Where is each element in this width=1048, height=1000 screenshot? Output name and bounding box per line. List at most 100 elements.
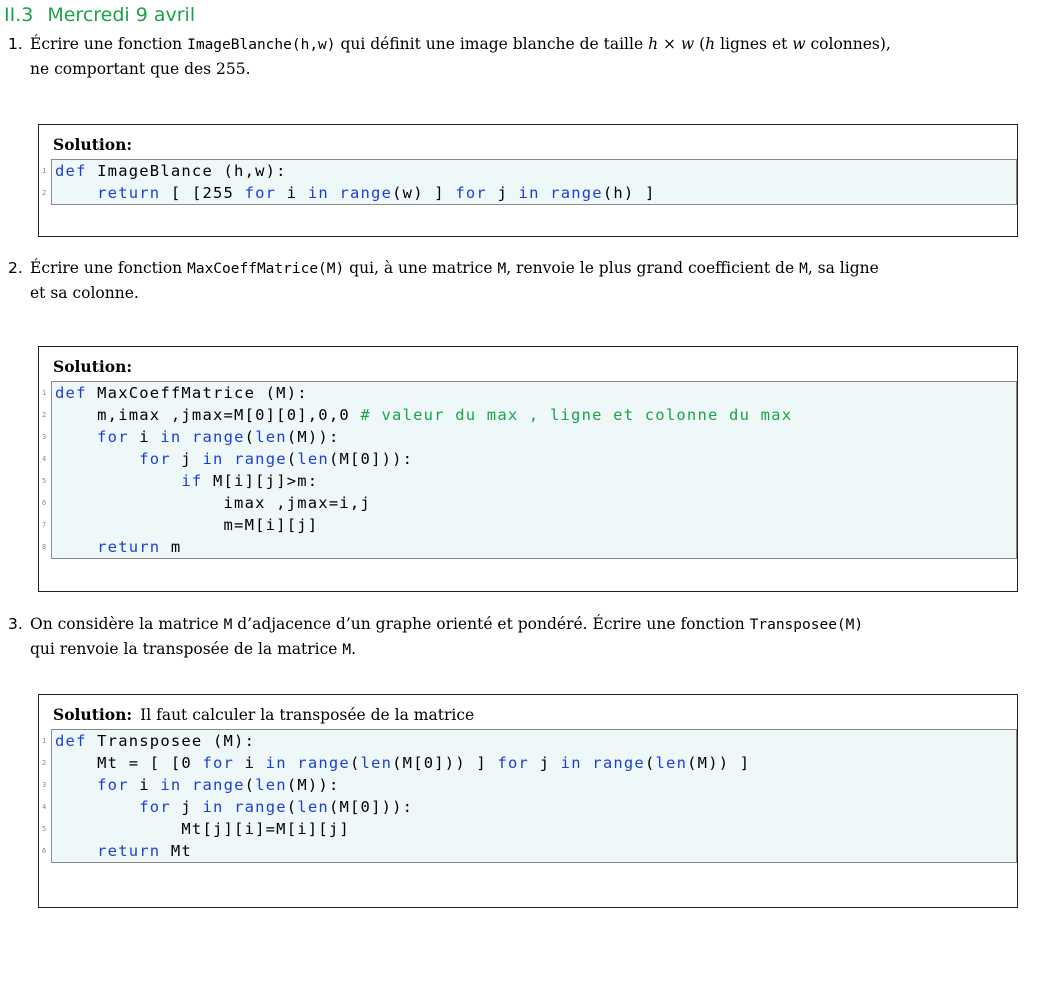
solution-header: Solution: Il faut calculer la transposée … <box>39 695 1017 729</box>
question-3: 3. On considère la matrice M d’adjacence… <box>8 612 1042 662</box>
code-keyword: def <box>55 162 87 180</box>
code-text: i <box>234 754 266 772</box>
code-keyword: for <box>244 184 277 202</box>
code-text: j <box>529 754 561 772</box>
code-text: (h) ] <box>602 184 656 202</box>
question-1: 1. Écrire une fonction ImageBlanche(h,w)… <box>8 32 1042 81</box>
code-keyword: range <box>550 184 603 202</box>
code-line: 1 def ImageBlance (h,w): <box>42 160 1016 182</box>
code-text: Transposee (M): <box>86 732 256 750</box>
line-number: 6 <box>42 847 47 855</box>
code-text: ( <box>644 754 656 772</box>
code-keyword: in <box>202 798 224 816</box>
question-text: Écrire une fonction ImageBlanche(h,w) qu… <box>30 35 891 78</box>
code-keyword: in <box>518 184 540 202</box>
line-number: 2 <box>42 189 47 197</box>
solution-header: Solution: <box>39 347 1017 381</box>
code-keyword: return <box>97 538 161 556</box>
code-keyword: for <box>202 754 235 772</box>
code-line: 7 m=M[i][j] <box>42 514 1016 536</box>
code-line: 6 return Mt <box>42 840 1016 862</box>
code-keyword: return <box>97 184 161 202</box>
code-text: j <box>170 450 203 468</box>
code-keyword: len <box>360 754 393 772</box>
line-number: 5 <box>42 825 47 833</box>
solution-box-3: Solution: Il faut calculer la transposée … <box>38 694 1018 908</box>
code-line: 8 return m <box>42 536 1016 558</box>
question-number: 3. <box>8 615 23 633</box>
code-keyword: range <box>191 428 245 446</box>
solution-label: Solution: <box>53 705 133 724</box>
code-text: ( <box>286 450 298 468</box>
code-keyword: return <box>97 842 161 860</box>
line-number: 2 <box>42 411 47 419</box>
line-number: 1 <box>42 167 47 175</box>
question-number: 1. <box>8 35 23 53</box>
function-name: Transposee(M) <box>749 617 864 633</box>
code-text: ( <box>244 428 256 446</box>
code-keyword: len <box>297 798 329 816</box>
question-2: 2. Écrire une fonction MaxCoeffMatrice(M… <box>8 256 1042 305</box>
line-number: 2 <box>42 759 47 767</box>
code-keyword: in <box>560 754 582 772</box>
code-line: 5 Mt[j][i]=M[i][j] <box>42 818 1016 840</box>
code-text: i <box>128 776 161 794</box>
solution-label: Solution: <box>53 357 133 376</box>
math-size: h × w <box>648 35 695 53</box>
code-text: (M[0])): <box>328 798 414 816</box>
code-keyword: for <box>97 776 129 794</box>
code-keyword: in <box>202 450 224 468</box>
section-number: II.3 <box>4 4 34 26</box>
code-keyword: for <box>455 184 487 202</box>
code-text: m <box>160 538 182 556</box>
code-text: Mt[j][i]=M[i][j] <box>55 820 350 838</box>
code-line: 3 for i in range(len(M)): <box>42 426 1016 448</box>
code-keyword: def <box>55 384 87 402</box>
code-keyword: def <box>55 732 87 750</box>
function-name: MaxCoeffMatrice(M) <box>187 261 345 277</box>
code-text: ( <box>244 776 256 794</box>
code-keyword: range <box>234 798 287 816</box>
code-keyword: len <box>297 450 329 468</box>
code-text: (M[0])) ] <box>392 754 498 772</box>
code-line: 1 def MaxCoeffMatrice (M): <box>42 382 1016 404</box>
code-text: j <box>170 798 203 816</box>
code-keyword: len <box>255 428 287 446</box>
line-number: 3 <box>42 781 47 789</box>
code-keyword: range <box>234 450 287 468</box>
document-page: II.3 Mercredi 9 avril 1. Écrire une fonct… <box>0 0 1048 1000</box>
line-number: 3 <box>42 433 47 441</box>
code-keyword: for <box>139 798 171 816</box>
code-text: imax ,jmax=i,j <box>55 494 371 512</box>
code-text: ImageBlance (h,w): <box>86 162 287 180</box>
solution-box-2: Solution: 1 def MaxCoeffMatrice (M): 2 m,i… <box>38 346 1018 592</box>
code-line: 4 for j in range(len(M[0])): <box>42 796 1016 818</box>
code-keyword: range <box>339 184 393 202</box>
code-listing: 1 def MaxCoeffMatrice (M): 2 m,imax ,jmax=… <box>42 381 1017 559</box>
solution-header: Solution: <box>39 125 1017 159</box>
code-text: (M)) ] <box>687 754 751 772</box>
function-name: ImageBlanche(h,w) <box>187 37 336 53</box>
code-text: (M)): <box>286 776 340 794</box>
code-text: (M[0])): <box>328 450 414 468</box>
section-title: Mercredi 9 avril <box>47 4 196 26</box>
code-keyword: if <box>181 472 203 490</box>
code-text: i <box>128 428 161 446</box>
line-number: 4 <box>42 803 47 811</box>
code-keyword: for <box>497 754 530 772</box>
section-heading: II.3 Mercredi 9 avril <box>4 4 195 26</box>
code-text: i <box>276 184 308 202</box>
question-text: Écrire une fonction MaxCoeffMatrice(M) q… <box>30 259 879 302</box>
